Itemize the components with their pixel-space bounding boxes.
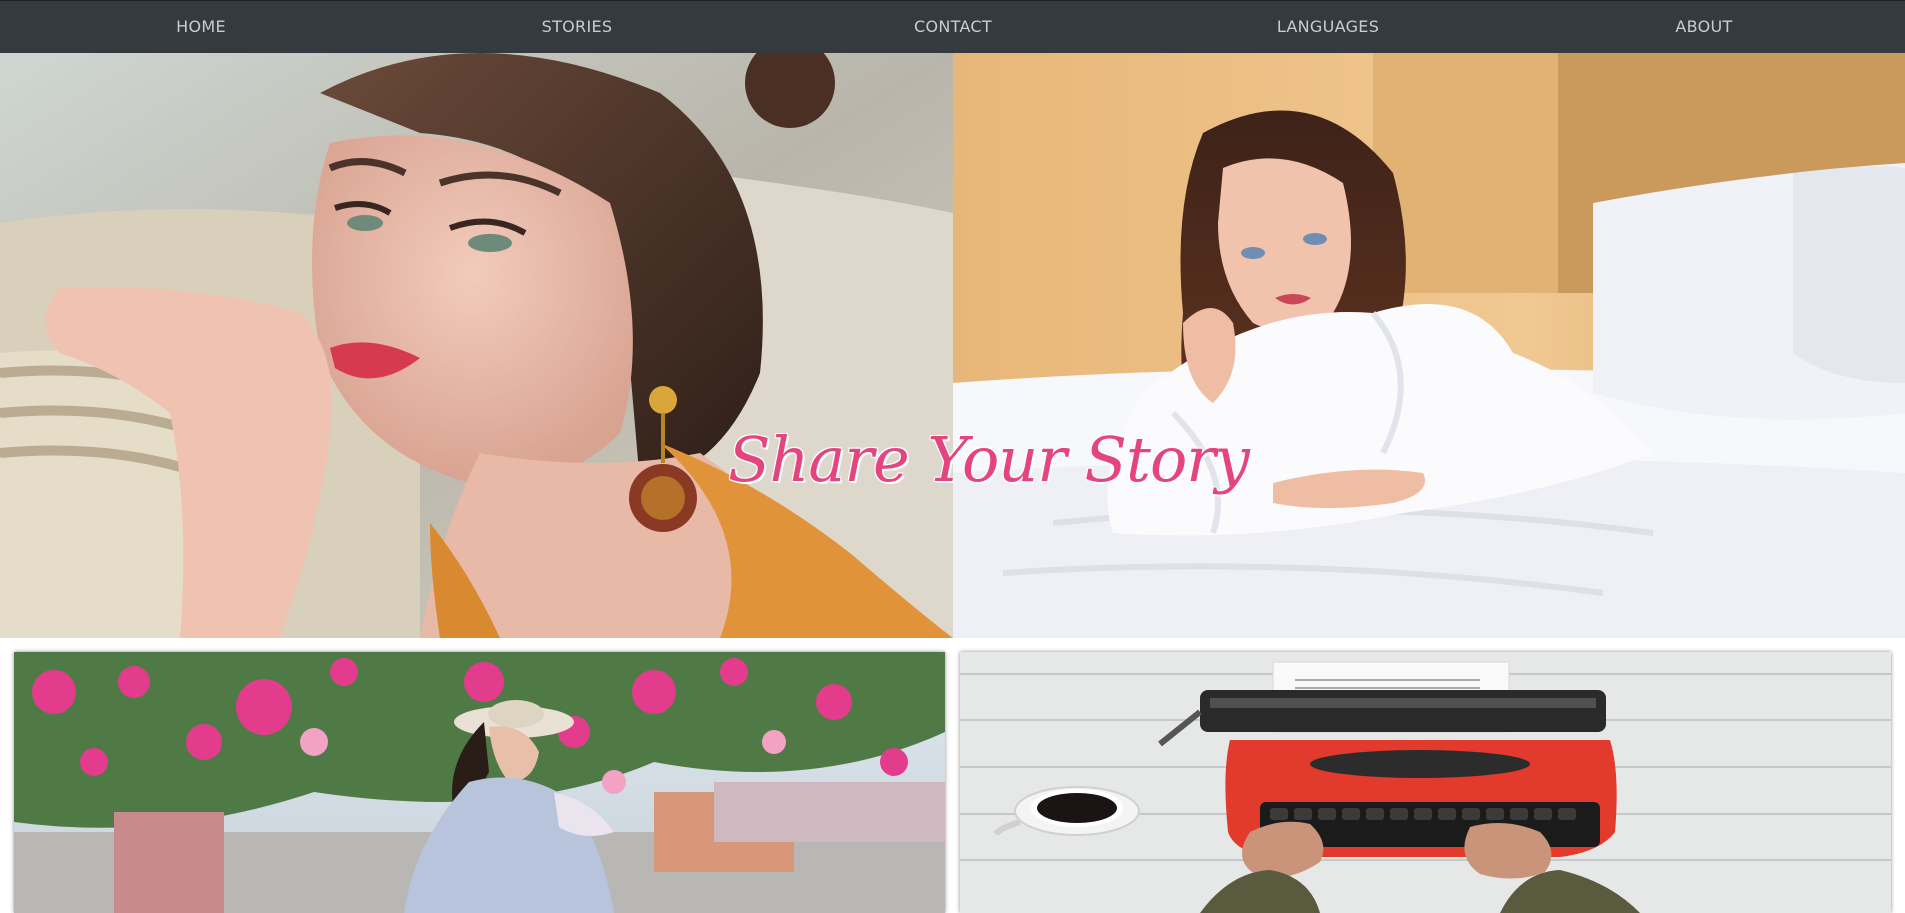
nav-contact-link[interactable]: CONTACT bbox=[914, 1, 992, 54]
hero-image-woman-bed bbox=[953, 53, 1905, 638]
story-card-woman-flowers[interactable] bbox=[14, 652, 945, 913]
nav-stories-link[interactable]: STORIES bbox=[542, 1, 613, 54]
hero-title: Share Your Story bbox=[728, 423, 1250, 496]
nav-home-link[interactable]: HOME bbox=[176, 1, 226, 54]
card-image-woman-flowers bbox=[14, 652, 945, 913]
top-navbar: HOME STORIES CONTACT LANGUAGES ABOUT bbox=[0, 0, 1905, 53]
story-card-typewriter[interactable] bbox=[960, 652, 1891, 913]
nav-languages-link[interactable]: LANGUAGES bbox=[1277, 1, 1379, 54]
hero-image-woman-earring bbox=[0, 53, 953, 638]
card-image-typewriter bbox=[960, 652, 1891, 913]
story-cards-row bbox=[0, 638, 1905, 913]
hero-banner: Share Your Story bbox=[0, 53, 1905, 638]
nav-about-link[interactable]: ABOUT bbox=[1675, 1, 1732, 54]
